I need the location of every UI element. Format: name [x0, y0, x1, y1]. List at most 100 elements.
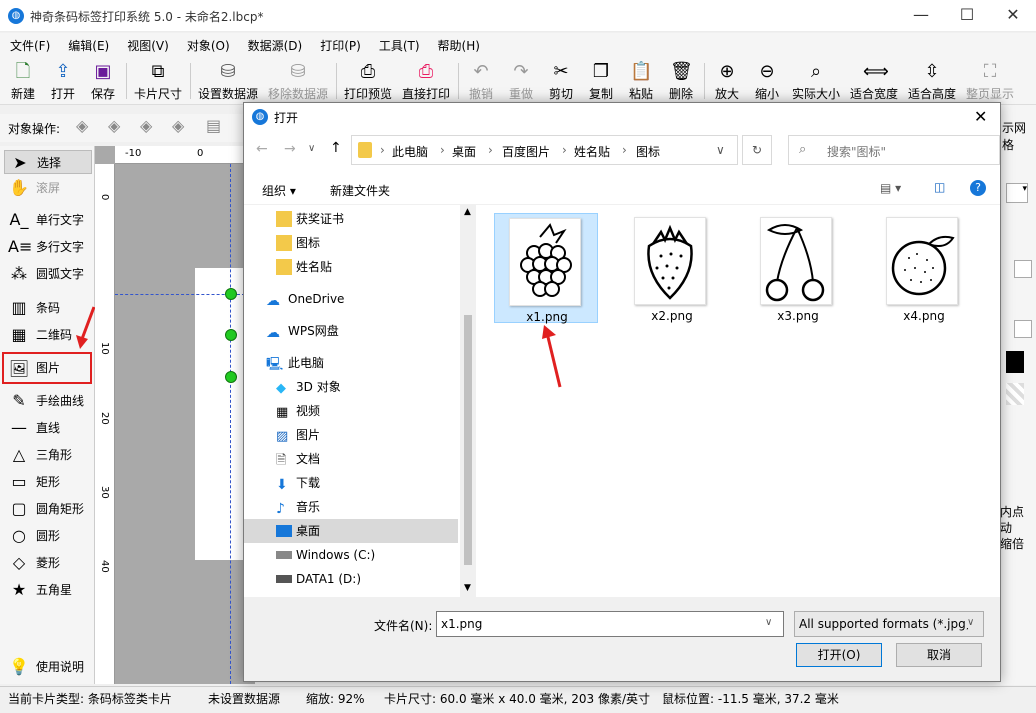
preview-pane-icon[interactable]: ◫ [934, 180, 945, 194]
menu-edit[interactable]: 编辑(E) [58, 33, 117, 54]
menu-file[interactable]: 文件(F) [0, 33, 58, 54]
toolbar-fit-width-button[interactable]: ⟺ 适合宽度 [848, 59, 900, 103]
nav-item-awards[interactable]: 获奖证书 [244, 207, 460, 231]
selection-handle[interactable] [225, 288, 237, 300]
back-icon[interactable]: ← [256, 141, 268, 157]
nav-item-this-pc[interactable]: 🖳 此电脑 [244, 351, 460, 375]
nav-item-onedrive[interactable]: ☁ OneDrive [244, 287, 460, 311]
property-dropdown[interactable]: ▾ [1006, 183, 1028, 203]
menu-datasource[interactable]: 数据源(D) [238, 33, 311, 54]
breadcrumb-item[interactable]: 图标 [636, 143, 660, 160]
toolbar-full-page-button[interactable]: ⛶ 整页显示 [964, 59, 1016, 103]
open-button[interactable]: 打开(O) [796, 643, 882, 667]
layer-down-icon[interactable]: ◈ [140, 116, 152, 135]
search-box[interactable]: ⌕ 搜索"图标" [788, 135, 1000, 165]
dialog-close-icon[interactable]: ✕ [974, 107, 987, 126]
tool-line[interactable]: — 直线 [4, 416, 92, 440]
color-swatch[interactable] [1006, 351, 1024, 373]
cancel-button[interactable]: 取消 [896, 643, 982, 667]
toolbar-paste-button[interactable]: 📋 粘贴 [624, 59, 658, 103]
toolbar-fit-height-button[interactable]: ⇳ 适合高度 [906, 59, 958, 103]
nav-item-wps-drive[interactable]: ☁ WPS网盘 [244, 319, 460, 343]
toolbar-new-button[interactable]: 🗋 新建 [6, 59, 40, 103]
menu-tools[interactable]: 工具(T) [369, 33, 428, 54]
tool-rounded-rectangle[interactable]: ▢ 圆角矩形 [4, 497, 92, 521]
toolbar-set-datasource-button[interactable]: ⛁ 设置数据源 [196, 59, 260, 103]
tool-multi-line-text[interactable]: A≡ 多行文字 [4, 235, 92, 259]
tool-star[interactable]: ★ 五角星 [4, 578, 92, 602]
nav-item-pictures[interactable]: ▨ 图片 [244, 423, 460, 447]
nav-item-desktop[interactable]: 桌面 [244, 519, 458, 543]
toolbar-copy-button[interactable]: ❐ 复制 [584, 59, 618, 103]
menu-object[interactable]: 对象(O) [177, 33, 238, 54]
tool-image[interactable]: 🖼 图片 [2, 352, 92, 384]
nav-item-music[interactable]: ♪ 音乐 [244, 495, 460, 519]
menu-view[interactable]: 视图(V) [117, 33, 177, 54]
toolbar-zoom-out-button[interactable]: ⊖ 缩小 [750, 59, 784, 103]
nav-item-documents[interactable]: 🗎 文档 [244, 447, 460, 471]
toolbar-print-button[interactable]: ⎙ 直接打印 [400, 59, 452, 103]
toolbar-cut-button[interactable]: ✂ 剪切 [544, 59, 578, 103]
file-item[interactable]: x3.png [746, 213, 850, 323]
help-icon[interactable]: ? [970, 180, 986, 196]
tool-single-line-text[interactable]: A_ 单行文字 [4, 208, 92, 232]
toolbar-zoom-in-button[interactable]: ⊕ 放大 [710, 59, 744, 103]
file-item[interactable]: x4.png [872, 213, 976, 323]
tool-rectangle[interactable]: ▭ 矩形 [4, 470, 92, 494]
toolbar-print-preview-button[interactable]: ⎙ 打印预览 [342, 59, 394, 103]
tool-arc-text[interactable]: ⁂ 圆弧文字 [4, 262, 92, 286]
refresh-button[interactable]: ↻ [742, 135, 772, 165]
layer-up-icon[interactable]: ◈ [76, 116, 88, 135]
chevron-down-icon[interactable]: ∨ [716, 143, 725, 157]
scroll-thumb[interactable] [464, 315, 472, 565]
transparent-swatch[interactable] [1006, 383, 1024, 405]
toolbar-actual-size-button[interactable]: ⌕ 实际大小 [790, 59, 842, 103]
menu-print[interactable]: 打印(P) [310, 33, 369, 54]
menu-help[interactable]: 帮助(H) [428, 33, 488, 54]
breadcrumb-item[interactable]: 姓名贴 [574, 143, 610, 160]
tool-diamond[interactable]: ◇ 菱形 [4, 551, 92, 575]
tool-triangle[interactable]: △ 三角形 [4, 443, 92, 467]
selection-handle[interactable] [225, 329, 237, 341]
toolbar-redo-button[interactable]: ↷ 重做 [504, 59, 538, 103]
tool-circle[interactable]: ○ 圆形 [4, 524, 92, 548]
nav-item-downloads[interactable]: ⬇ 下载 [244, 471, 460, 495]
up-icon[interactable]: ↑ [330, 140, 342, 156]
chevron-down-icon[interactable]: ∨ [765, 617, 772, 628]
align-icon[interactable]: ▤ [206, 116, 221, 135]
nav-item-icons[interactable]: 图标 [244, 231, 460, 255]
address-bar[interactable]: › 此电脑 › 桌面 › 百度图片 › 姓名贴 › 图标 ∨ [351, 135, 738, 165]
tool-help[interactable]: 💡 使用说明 [4, 655, 92, 679]
layer-top-icon[interactable]: ◈ [108, 116, 120, 135]
organize-button[interactable]: 组织 ▾ [262, 182, 296, 199]
toolbar-open-button[interactable]: ⇪ 打开 [46, 59, 80, 103]
nav-item-3d-objects[interactable]: ◆ 3D 对象 [244, 375, 460, 399]
file-type-select[interactable]: All supported formats (*.jpg; ∨ [794, 611, 984, 637]
file-item[interactable]: x2.png [620, 213, 724, 323]
breadcrumb-item[interactable]: 此电脑 [392, 143, 428, 160]
property-stepper[interactable] [1014, 320, 1032, 338]
tool-freehand[interactable]: ✎ 手绘曲线 [4, 389, 92, 413]
nav-item-drive-d[interactable]: DATA1 (D:) [244, 567, 460, 591]
scroll-down-icon[interactable]: ▼ [464, 583, 471, 593]
file-item[interactable]: x1.png [494, 213, 598, 324]
toolbar-delete-button[interactable]: 🗑 删除 [664, 59, 698, 103]
scroll-up-icon[interactable]: ▲ [464, 207, 471, 217]
tool-scroll[interactable]: ✋ 滚屏 [4, 176, 92, 200]
property-stepper[interactable] [1014, 260, 1032, 278]
filename-field[interactable]: x1.png ∨ [436, 611, 784, 637]
forward-icon[interactable]: → [284, 141, 296, 157]
tool-select[interactable]: ➤ 选择 [4, 150, 92, 174]
minimize-button[interactable]: — [898, 0, 944, 32]
recent-dropdown-icon[interactable]: ∨ [308, 143, 315, 154]
toolbar-card-size-button[interactable]: ⧉ 卡片尺寸 [132, 59, 184, 103]
selection-handle[interactable] [225, 371, 237, 383]
new-folder-button[interactable]: 新建文件夹 [330, 182, 390, 199]
toolbar-undo-button[interactable]: ↶ 撤销 [464, 59, 498, 103]
breadcrumb-item[interactable]: 百度图片 [502, 143, 550, 160]
maximize-button[interactable]: ☐ [944, 0, 990, 32]
layer-bottom-icon[interactable]: ◈ [172, 116, 184, 135]
nav-item-drive-c[interactable]: Windows (C:) [244, 543, 460, 567]
close-button[interactable]: ✕ [990, 0, 1036, 32]
toolbar-remove-datasource-button[interactable]: ⛁ 移除数据源 [266, 59, 330, 103]
